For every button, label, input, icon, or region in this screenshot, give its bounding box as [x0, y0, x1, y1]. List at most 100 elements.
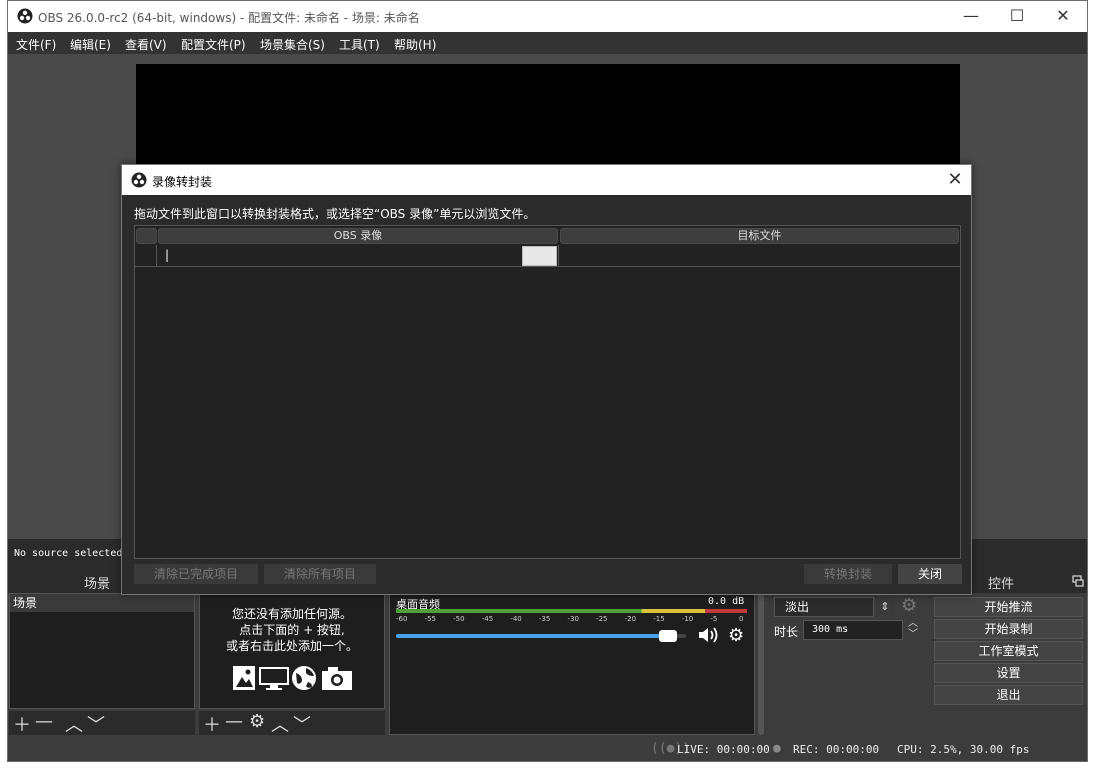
gear-icon[interactable]: ⚙ [249, 711, 265, 732]
column-header-obs-recording[interactable]: OBS 录像 [158, 228, 558, 244]
hint-line: 您还没有添加任何源。 [231, 607, 352, 621]
camera-icon [322, 667, 352, 690]
scenes-toolbar: ＋ — ︿ ﹀ [9, 711, 195, 737]
menu-file[interactable]: 文件(F) [16, 36, 56, 53]
duration-label: 时长 [774, 625, 799, 639]
rec-timer: REC: 00:00:00 [793, 743, 880, 756]
meter-tick-label: -15 [653, 615, 665, 623]
remux-table[interactable]: OBS 录像 目标文件 | [134, 225, 961, 559]
hint-line: 点击下面的 + 按钮, [239, 623, 345, 637]
dialog-description: 拖动文件到此窗口以转换封装格式，或选择空“OBS 录像”单元以浏览文件。 [134, 207, 536, 221]
remux-button[interactable]: 转换封装 [804, 564, 892, 584]
meter-tick-label: -5 [710, 615, 718, 623]
meter-tick-label: -50 [453, 615, 465, 623]
meter-tick-label: 0 [739, 615, 744, 623]
meter-tick-label: -25 [596, 615, 608, 623]
menu-view[interactable]: 查看(V) [125, 36, 167, 53]
move-down-icon[interactable]: ﹀ [293, 711, 311, 737]
source-type-icons-svg [233, 666, 352, 690]
exit-button[interactable]: 退出 [934, 685, 1083, 705]
browser-icon [292, 666, 316, 690]
table-row[interactable]: | [135, 245, 960, 267]
image-icon [233, 666, 255, 690]
duration-input[interactable]: 300 ms [803, 620, 903, 640]
scenes-list: 场景 [9, 593, 195, 709]
settings-button[interactable]: 设置 [934, 663, 1083, 683]
meter-tick-label: -10 [681, 615, 694, 623]
volume-meter [396, 609, 747, 613]
dialog-close-text-button[interactable]: 关闭 [898, 564, 962, 584]
volume-slider-fill [396, 634, 669, 638]
meter-tick-label: -40 [510, 615, 522, 623]
maximize-button[interactable]: ☐ [994, 3, 1040, 29]
rec-indicator-icon: ● [773, 741, 781, 756]
row-number-header [136, 228, 157, 244]
display-icon [259, 667, 289, 690]
dialog-title: 录像转封装 [152, 175, 213, 189]
meter-tick-label: -45 [481, 615, 494, 623]
start-recording-button[interactable]: 开始录制 [934, 619, 1083, 639]
menu-help[interactable]: 帮助(H) [394, 36, 436, 53]
volume-slider[interactable] [396, 630, 686, 642]
menu-scene-collection[interactable]: 场景集合(S) [260, 36, 325, 53]
undock-icon[interactable] [1072, 575, 1084, 587]
sources-list[interactable]: 您还没有添加任何源。 点击下面的 + 按钮, 或者右击此处添加一个。 [199, 593, 385, 709]
window-title: OBS 26.0.0-rc2 (64-bit, windows) - 配置文件:… [38, 11, 420, 25]
studio-mode-button[interactable]: 工作室模式 [934, 641, 1083, 661]
menu-tools[interactable]: 工具(T) [339, 36, 380, 53]
live-timer: LIVE: 00:00:00 [677, 743, 770, 756]
mixer-level: 0.0 dB [708, 596, 745, 607]
chevron-updown-icon[interactable]: ⇕ [876, 597, 894, 617]
transition-select[interactable]: 淡出 [774, 597, 874, 617]
clear-all-button[interactable]: 清除所有项目 [264, 564, 376, 584]
cpu-fps: CPU: 2.5%, 30.00 fps [897, 743, 1030, 756]
gear-icon[interactable]: ⚙ [728, 625, 744, 646]
menu-bar: 文件(F) 编辑(E) 查看(V) 配置文件(P) 场景集合(S) 工具(T) … [8, 32, 1087, 54]
add-scene-icon[interactable]: ＋ [13, 711, 31, 737]
move-down-icon[interactable]: ﹀ [87, 711, 105, 737]
gear-icon[interactable]: ⚙ [901, 595, 917, 616]
move-up-icon[interactable]: ︿ [271, 711, 289, 737]
minimize-button[interactable]: — [948, 3, 994, 29]
mixer-scrollbar[interactable] [758, 593, 764, 735]
obs-logo-icon [131, 172, 147, 188]
meter-tick-label: -20 [624, 615, 637, 623]
sources-empty-hint: 您还没有添加任何源。 点击下面的 + 按钮, 或者右击此处添加一个。 [200, 606, 384, 654]
clear-finished-button[interactable]: 清除已完成项目 [134, 564, 258, 584]
hint-line: 或者右击此处添加一个。 [225, 639, 358, 653]
dialog-title-bar: 录像转封装 ✕ [122, 165, 971, 195]
duration-stepper[interactable]: ︿ ﹀ [905, 618, 921, 642]
obs-logo-icon [17, 8, 33, 24]
controls-dock-label: 控件 [988, 577, 1015, 592]
start-streaming-button[interactable]: 开始推流 [934, 597, 1083, 617]
sources-toolbar: ＋ — ⚙ ︿ ﹀ [199, 711, 385, 737]
meter-tick-label: -30 [567, 615, 579, 623]
remux-dialog: 录像转封装 ✕ 拖动文件到此窗口以转换封装格式，或选择空“OBS 录像”单元以浏… [121, 164, 972, 595]
scenes-dock-label: 场景 [84, 577, 111, 592]
close-button[interactable]: ✕ [1040, 3, 1086, 29]
volume-slider-handle[interactable] [659, 630, 678, 642]
column-header-target-file[interactable]: 目标文件 [560, 228, 959, 244]
no-source-label: No source selected [14, 548, 123, 559]
meter-tick-label: -60 [396, 615, 408, 623]
meter-ticks: -60 -55 -50 -45 -40 -35 -30 -25 -20 -15 -10 -5 0 [396, 615, 747, 625]
move-up-icon[interactable]: ︿ [65, 711, 83, 737]
title-bar: OBS 26.0.0-rc2 (64-bit, windows) - 配置文件:… [8, 1, 1087, 32]
row-number-cell [135, 245, 157, 267]
target-file-cell[interactable] [559, 245, 959, 267]
status-bar: ((●)) LIVE: 00:00:00 ● REC: 00:00:00 CPU… [8, 739, 1087, 761]
speaker-icon[interactable] [698, 626, 720, 644]
meter-tick-label: -35 [538, 615, 551, 623]
remove-source-icon[interactable]: — [225, 711, 243, 732]
menu-profile[interactable]: 配置文件(P) [181, 36, 246, 53]
source-type-icons [232, 664, 354, 695]
dialog-close-button[interactable]: ✕ [940, 167, 970, 193]
obs-recording-cell[interactable]: | [157, 245, 522, 267]
meter-tick-label: -55 [424, 615, 437, 623]
transition-value: 淡出 [785, 600, 810, 614]
menu-edit[interactable]: 编辑(E) [70, 36, 111, 53]
scene-item[interactable]: 场景 [10, 594, 194, 612]
remove-scene-icon[interactable]: — [35, 711, 53, 732]
browse-button[interactable] [522, 246, 557, 266]
add-source-icon[interactable]: ＋ [203, 711, 221, 737]
